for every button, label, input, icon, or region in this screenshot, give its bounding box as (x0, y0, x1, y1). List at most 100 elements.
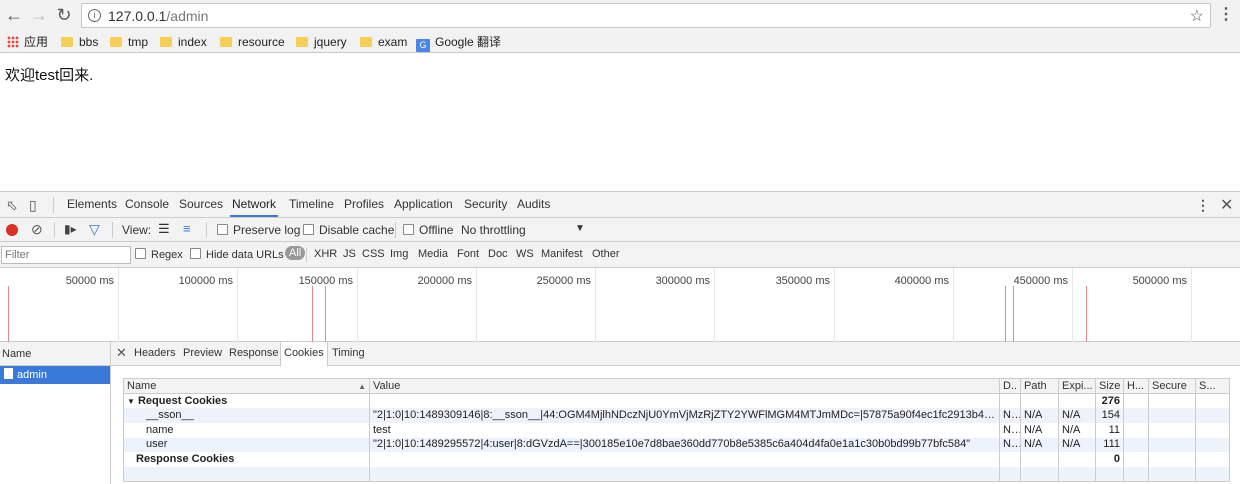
large-rows-icon[interactable]: ☰ (158, 221, 170, 237)
col-name[interactable]: Name ▲ (123, 378, 370, 394)
tab-network[interactable]: Network (230, 192, 279, 217)
cookie-domain: N... (999, 437, 1021, 453)
tab-response[interactable]: Response (226, 342, 282, 365)
col-expires[interactable]: Expi... (1058, 378, 1096, 394)
filter-type-doc[interactable]: Doc (488, 248, 508, 260)
tab-timeline[interactable]: Timeline (287, 192, 336, 217)
network-overview-timeline[interactable]: 50000 ms 100000 ms 150000 ms 200000 ms 25000… (0, 268, 1240, 342)
timeline-request-mark (1005, 286, 1006, 342)
filter-type-js[interactable]: JS (343, 248, 356, 260)
tab-audits[interactable]: Audits (515, 192, 552, 217)
filter-funnel-icon[interactable]: ▽ (89, 221, 100, 238)
request-detail: ✕ Headers Preview Response Cookies Timin… (111, 342, 1240, 484)
overview-waterfall-icon[interactable]: ≡ (183, 221, 191, 236)
col-size[interactable]: Size (1095, 378, 1124, 394)
throttling-select[interactable]: No throttling (461, 223, 526, 237)
tab-console[interactable]: Console (123, 192, 171, 217)
col-samesite[interactable]: S... (1195, 378, 1230, 394)
chevron-down-icon[interactable]: ▼ (575, 223, 585, 234)
response-cookies-group[interactable]: Response Cookies 0 (123, 452, 1230, 467)
google-translate-icon: G (416, 39, 430, 52)
timeline-tick-label: 50000 ms (65, 275, 114, 287)
timeline-request-mark (1013, 286, 1014, 342)
filter-type-all[interactable]: All (285, 246, 306, 260)
devtools-menu-icon[interactable]: ⋮ (1196, 197, 1210, 214)
col-path[interactable]: Path (1020, 378, 1059, 394)
filter-type-ws[interactable]: WS (516, 248, 534, 260)
bookmark-tmp[interactable]: tmp (110, 34, 148, 50)
bookmark-google-translate[interactable]: G Google 翻译 (416, 34, 501, 52)
bookmark-star-icon[interactable]: ☆ (1190, 6, 1204, 26)
checkbox[interactable] (190, 248, 201, 259)
request-cookies-group[interactable]: ▼ Request Cookies 276 (123, 393, 1230, 409)
checkbox[interactable] (303, 224, 314, 235)
col-httponly[interactable]: H... (1123, 378, 1149, 394)
cookie-size: 11 (1095, 422, 1124, 438)
bookmark-exam[interactable]: exam (360, 34, 407, 50)
tab-elements[interactable]: Elements (65, 192, 119, 217)
table-row (123, 466, 1230, 483)
request-cookies-total: 276 (1095, 393, 1124, 409)
bookmark-index[interactable]: index (160, 34, 207, 50)
inspect-element-icon[interactable]: ⬁ (6, 197, 18, 214)
disable-cache-checkbox[interactable]: Disable cache (303, 223, 394, 237)
bookmark-bbs[interactable]: bbs (61, 34, 98, 50)
checkbox[interactable] (217, 224, 228, 235)
reload-icon[interactable]: ↻ (53, 4, 75, 26)
bookmark-apps[interactable]: 应用 (7, 34, 48, 50)
col-value[interactable]: Value (369, 378, 1000, 394)
tab-profiles[interactable]: Profiles (342, 192, 386, 217)
checkbox[interactable] (135, 248, 146, 259)
filter-type-other[interactable]: Other (592, 248, 620, 260)
forward-arrow-icon[interactable]: → (28, 4, 50, 26)
device-toolbar-icon[interactable]: ▯ (29, 197, 37, 214)
name-column-header[interactable]: Name (0, 342, 110, 366)
back-arrow-icon[interactable]: ← (3, 4, 25, 26)
filter-type-img[interactable]: Img (390, 248, 408, 260)
filter-input[interactable] (1, 246, 131, 264)
tab-application[interactable]: Application (392, 192, 455, 217)
col-domain[interactable]: D.. (999, 378, 1021, 394)
cookie-path: N/A (1020, 422, 1059, 438)
tab-cookies[interactable]: Cookies (280, 342, 328, 366)
tab-headers[interactable]: Headers (131, 342, 179, 365)
close-devtools-icon[interactable]: ✕ (1220, 195, 1233, 215)
table-row[interactable]: __sson__ "2|1:0|10:1489309146|8:__sson__… (123, 408, 1230, 423)
request-row[interactable]: admin (0, 366, 110, 384)
bookmark-jquery[interactable]: jquery (296, 34, 347, 50)
record-icon[interactable] (6, 224, 18, 236)
info-icon[interactable]: i (88, 9, 101, 22)
clear-icon[interactable]: ⊘ (31, 221, 43, 238)
bookmarks-bar: 应用 bbs tmp index resource jquery exam GG… (0, 31, 1240, 53)
filter-type-xhr[interactable]: XHR (314, 248, 337, 260)
filter-type-font[interactable]: Font (457, 248, 479, 260)
offline-checkbox[interactable]: Offline (403, 223, 453, 237)
timeline-tick-label: 300000 ms (655, 275, 710, 287)
filter-type-manifest[interactable]: Manifest (541, 248, 583, 260)
timeline-gridline (476, 268, 477, 342)
screenshot-camera-icon[interactable]: ▮▸ (64, 222, 77, 236)
address-bar[interactable]: i 127.0.0.1/admin ☆ (81, 3, 1211, 28)
cell (1058, 452, 1096, 467)
hide-data-urls-label: Hide data URLs (206, 249, 284, 261)
bookmark-resource[interactable]: resource (220, 34, 285, 50)
filter-type-css[interactable]: CSS (362, 248, 385, 260)
cell (1148, 393, 1196, 409)
table-row[interactable]: user "2|1:0|10:1489295572|4:user|8:dGVzd… (123, 437, 1230, 453)
checkbox[interactable] (403, 224, 414, 235)
cell (1020, 452, 1059, 467)
tab-sources[interactable]: Sources (177, 192, 225, 217)
cookie-path: N/A (1020, 437, 1059, 453)
close-detail-icon[interactable]: ✕ (116, 345, 127, 361)
filter-type-media[interactable]: Media (418, 248, 448, 260)
tab-preview[interactable]: Preview (180, 342, 225, 365)
col-secure[interactable]: Secure (1148, 378, 1196, 394)
table-row[interactable]: name test N... N/A N/A 11 (123, 422, 1230, 438)
hide-data-urls-checkbox[interactable]: Hide data URLs (190, 248, 284, 261)
preserve-log-checkbox[interactable]: Preserve log (217, 223, 300, 237)
chrome-menu-icon[interactable]: ⋮ (1218, 5, 1234, 25)
tab-timing[interactable]: Timing (329, 342, 368, 365)
tab-security[interactable]: Security (462, 192, 509, 217)
regex-checkbox[interactable]: Regex (135, 248, 183, 261)
url-text[interactable]: 127.0.0.1/admin (108, 8, 208, 24)
